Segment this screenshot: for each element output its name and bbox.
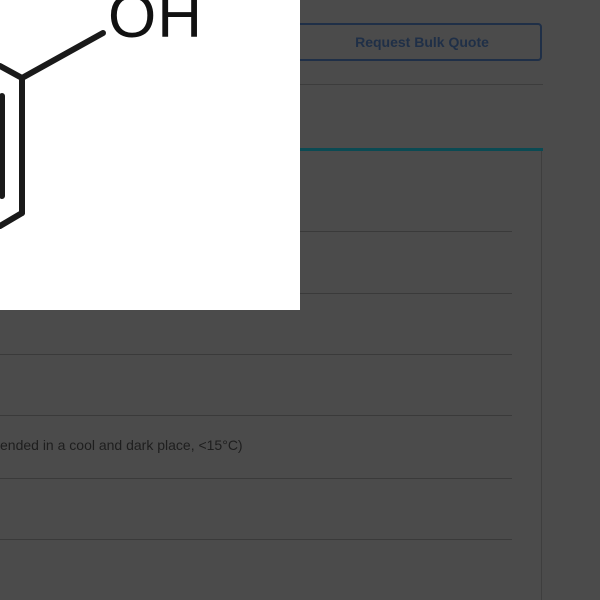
ring-bond (0, 210, 25, 229)
ring-bond (0, 63, 25, 81)
spec-row-divider (0, 415, 512, 416)
storage-condition-text: ended in a cool and dark place, <15°C) (0, 437, 243, 453)
spec-row-divider (0, 478, 512, 479)
structure-image-modal[interactable]: OH (0, 0, 300, 310)
hydroxyl-group-label: OH (108, 0, 203, 51)
request-bulk-quote-button[interactable]: Request Bulk Quote (284, 23, 542, 61)
spec-row-divider (0, 354, 512, 355)
spec-row-divider (0, 539, 512, 540)
c-o-bond (19, 30, 106, 81)
